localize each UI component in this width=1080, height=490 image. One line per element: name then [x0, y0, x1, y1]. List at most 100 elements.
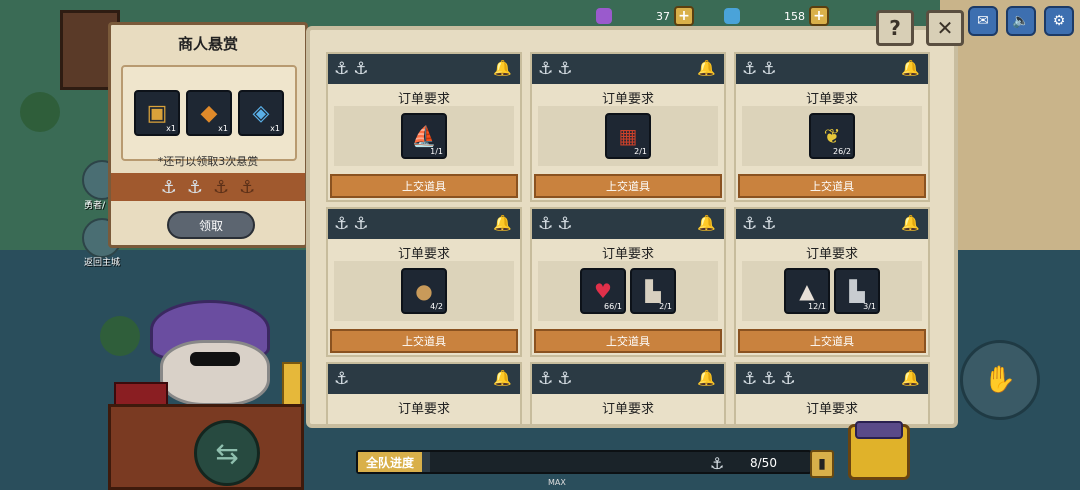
order-card: ⚓ ⚓ 🔔 订单要求 ⛵ 1/1 上交道具	[326, 52, 522, 202]
add-blue-button[interactable]: +	[809, 6, 829, 26]
anchor-icon: ⚓	[557, 214, 573, 234]
team-progress-label: 全队进度	[358, 452, 423, 472]
add-purple-button[interactable]: +	[674, 6, 694, 26]
orders-board: ⚓ ⚓ 🔔 订单要求 ⛵ 1/1 上交道具 ⚓ ⚓ 🔔 订单要求 ▦ 2/1 上交道具 …	[306, 26, 958, 428]
submit-items-button[interactable]: 上交道具	[534, 329, 722, 353]
order-items: ❦ 26/2	[742, 106, 922, 166]
anchor-icon: ⚓	[186, 176, 203, 198]
order-title: 订单要求	[601, 247, 654, 262]
order-title: 订单要求	[601, 402, 654, 417]
merchant-npc	[160, 340, 270, 406]
bell-icon[interactable]: 🔔	[697, 214, 716, 232]
order-card: ⚓ ⚓ 🔔 订单要求 ❦ 26/2 上交道具	[734, 52, 930, 202]
item-qty: 12/1	[808, 302, 826, 311]
mail-icon[interactable]: ✉	[968, 6, 998, 36]
team-progress-bar: 全队进度 ⚓ 8/50 ▮	[356, 450, 834, 478]
golden-boat-icon[interactable]: ⛵ 1/1	[401, 113, 447, 159]
order-card: ⚓ ⚓ 🔔 订单要求	[530, 362, 726, 424]
submit-items-button[interactable]: 上交道具	[738, 174, 926, 198]
red-treasure-icon[interactable]: ▦ 2/1	[605, 113, 651, 159]
anchor-icon: ⚓	[557, 59, 573, 79]
anchor-icon: ⚓	[780, 369, 796, 389]
order-items: ♥ 66/1 ▙ 2/1	[538, 261, 718, 321]
hero-menu-label: 勇者/	[84, 201, 106, 211]
resource-blue: 158 +	[724, 6, 829, 26]
boot-icon[interactable]: ▙ 2/1	[630, 268, 676, 314]
item-qty: 26/2	[833, 147, 851, 156]
anchor-icon: ⚓	[710, 454, 725, 473]
item-qty: 4/2	[430, 302, 443, 311]
resource-purple: 37 +	[596, 6, 694, 26]
order-header: ⚓ ⚓ 🔔	[532, 364, 724, 394]
claim-button[interactable]: 领取	[167, 211, 255, 239]
item-qty: 2/1	[634, 147, 647, 156]
merchant-title: 商人悬赏	[177, 35, 238, 53]
bounty-anchor-track: ⚓ ⚓ ⚓ ⚓	[111, 173, 305, 201]
submit-items-button[interactable]: 上交道具	[738, 329, 926, 353]
salt-pile-icon[interactable]: ▲ 12/1	[784, 268, 830, 314]
joystick-control[interactable]: ✋	[960, 340, 1040, 420]
submit-items-button[interactable]: 上交道具	[330, 329, 518, 353]
resource-purple-value: 37	[656, 9, 670, 23]
settings-gear-icon[interactable]: ⚙	[1044, 6, 1074, 36]
anchor-icon: ⚓	[761, 214, 777, 234]
order-header: ⚓ ⚓ 🔔	[328, 54, 520, 84]
bell-icon[interactable]: 🔔	[493, 369, 512, 387]
gold-coins-stack	[282, 362, 302, 406]
item-qty: 66/1	[604, 302, 622, 311]
order-card: ⚓ 🔔 订单要求	[326, 362, 522, 424]
anchor-icon: ⚓	[538, 214, 554, 234]
submit-items-button[interactable]: 上交道具	[534, 174, 722, 198]
sound-icon[interactable]: 🔈	[1006, 6, 1036, 36]
order-title: 订单要求	[397, 402, 450, 417]
order-card: ⚓ ⚓ 🔔 订单要求 ● 4/2 上交道具	[326, 207, 522, 357]
close-button[interactable]: ✕	[926, 10, 964, 46]
reward-qty: x1	[166, 124, 176, 133]
merchant-npc-glasses	[190, 352, 240, 366]
corn-icon[interactable]: ❦ 26/2	[809, 113, 855, 159]
order-title: 订单要求	[397, 92, 450, 107]
bell-icon[interactable]: 🔔	[493, 59, 512, 77]
bell-icon[interactable]: 🔔	[901, 59, 920, 77]
return-city-label: 返回主城	[84, 258, 121, 268]
anchor-icon: ⚓	[742, 369, 758, 389]
blue-crystal-icon[interactable]: ◈ x1	[238, 90, 284, 136]
progress-info-icon[interactable]: ▮	[810, 450, 834, 478]
anchor-icon: ⚓	[160, 176, 177, 198]
team-reward-chest-icon[interactable]	[848, 421, 910, 480]
order-header: ⚓ ⚓ 🔔	[736, 209, 928, 239]
order-header: ⚓ ⚓ 🔔	[532, 54, 724, 84]
bell-icon[interactable]: 🔔	[493, 214, 512, 232]
anchor-icon: ⚓	[742, 214, 758, 234]
potato-icon[interactable]: ● 4/2	[401, 268, 447, 314]
bell-icon[interactable]: 🔔	[697, 59, 716, 77]
anchor-icon: ⚓	[213, 176, 230, 198]
order-items: ⛵ 1/1	[334, 106, 514, 166]
submit-items-button[interactable]: 上交道具	[330, 174, 518, 198]
order-header: ⚓ ⚓ ⚓ 🔔	[736, 364, 928, 394]
bell-icon[interactable]: 🔔	[697, 369, 716, 387]
treasure-chest-icon[interactable]: ▣ x1	[134, 90, 180, 136]
anchor-icon: ⚓	[538, 369, 554, 389]
order-header: ⚓ ⚓ 🔔	[736, 54, 928, 84]
order-items: ▲ 12/1 ▙ 3/1	[742, 261, 922, 321]
bell-icon[interactable]: 🔔	[901, 214, 920, 232]
red-potion-icon[interactable]: ♥ 66/1	[580, 268, 626, 314]
order-title: 订单要求	[397, 247, 450, 262]
progress-max-label: MAX	[548, 478, 566, 487]
help-button[interactable]: ?	[876, 10, 914, 46]
bell-icon[interactable]: 🔔	[901, 369, 920, 387]
anchor-icon: ⚓	[761, 369, 777, 389]
white-boot-icon[interactable]: ▙ 3/1	[834, 268, 880, 314]
background-bush	[100, 316, 140, 356]
order-title: 订单要求	[805, 92, 858, 107]
orange-scroll-icon[interactable]: ◆ x1	[186, 90, 232, 136]
anchor-icon: ⚓	[742, 59, 758, 79]
order-card: ⚓ ⚓ ⚓ 🔔 订单要求	[734, 362, 930, 424]
merchant-rewards: ▣ x1 ◆ x1 ◈ x1	[121, 65, 297, 161]
reward-qty: x1	[270, 124, 280, 133]
anchor-icon: ⚓	[334, 59, 350, 79]
trade-emblem-icon: ⇆	[194, 420, 260, 486]
background-bush	[20, 92, 60, 132]
order-header: ⚓ ⚓ 🔔	[328, 209, 520, 239]
